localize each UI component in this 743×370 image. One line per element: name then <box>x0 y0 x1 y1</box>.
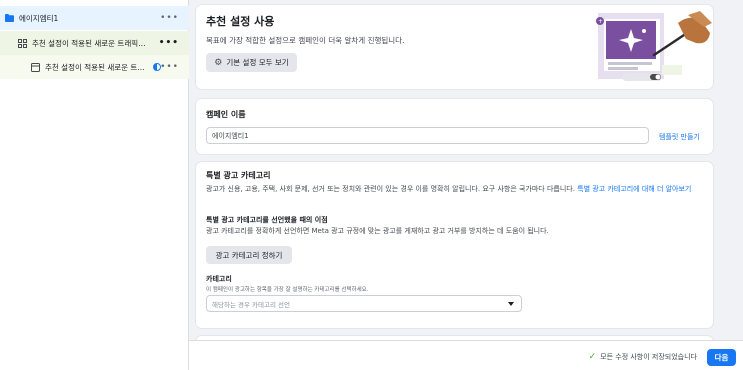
sidebar-item-ad[interactable]: 추천 설정이 적용된 새로운 트... ••• <box>0 55 189 79</box>
footer-bar: ✓ 모든 수정 사항이 저장되었습니다 다음 <box>189 340 743 370</box>
ad-more-icon[interactable]: ••• <box>160 62 179 72</box>
folder-icon <box>5 14 14 22</box>
recommend-illustration: + <box>596 11 712 81</box>
view-basic-settings-button[interactable]: ⚙ 기본 설정 모두 보기 <box>206 53 297 72</box>
svg-text:+: + <box>598 18 603 25</box>
sidebar-item-campaign[interactable]: 에이지엠티1 ••• <box>0 6 189 30</box>
view-basic-settings-label: 기본 설정 모두 보기 <box>226 58 289 67</box>
recommend-subtitle: 목표에 가장 적합한 설정으로 캠페인이 더욱 알차게 진행됩니다. <box>206 36 405 45</box>
save-status: ✓ 모든 수정 사항이 저장되었습니다 <box>589 352 697 362</box>
benefit-title: 특별 광고 카테고리를 선언했을 때의 이점 <box>206 216 328 224</box>
benefit-text: 광고 카테고리를 정확하게 선언하면 Meta 광고 규정에 맞는 광고를 게재… <box>206 227 549 235</box>
campaign-name-title: 캠페인 이름 <box>206 110 246 119</box>
campaign-label: 에이지엠티1 <box>19 13 59 23</box>
sidebar-item-adset[interactable]: 추천 설정이 적용된 새로운 트래픽 ... ••• <box>0 31 189 55</box>
ad-label: 추천 설정이 적용된 새로운 트... <box>45 62 145 72</box>
adset-label: 추천 설정이 적용된 새로운 트래픽 ... <box>32 38 147 48</box>
category-label: 카테고리 <box>206 275 232 283</box>
gear-icon: ⚙ <box>214 57 223 68</box>
checkmark-icon: ✓ <box>588 352 597 362</box>
special-category-description-text: 광고가 신용, 고용, 주택, 사회 문제, 선거 또는 정치와 관련이 있는 … <box>206 185 575 193</box>
recommend-settings-card: 추천 설정 사용 목표에 가장 적합한 설정으로 캠페인이 더욱 알차게 진행됩… <box>196 5 713 89</box>
declare-category-button[interactable]: 광고 카테고리 정하기 <box>206 246 292 264</box>
recommend-title: 추천 설정 사용 <box>206 15 275 28</box>
grid-icon <box>18 38 27 48</box>
learn-more-link[interactable]: 특별 광고 카테고리에 대해 더 알아보기 <box>577 185 691 193</box>
special-category-title: 특별 광고 카테고리 <box>206 171 271 180</box>
campaign-structure-sidebar: 에이지엠티1 ••• 추천 설정이 적용된 새로운 트래픽 ... ••• 추천… <box>0 0 189 370</box>
create-template-link[interactable]: 템플릿 만들기 <box>659 132 700 142</box>
category-select[interactable]: 해당하는 경우 카테고리 선언 <box>206 295 522 312</box>
special-ad-category-card: 특별 광고 카테고리 광고가 신용, 고용, 주택, 사회 문제, 선거 또는 … <box>196 162 713 328</box>
next-button[interactable]: 다음 <box>707 349 736 366</box>
adset-more-icon[interactable]: ••• <box>159 38 179 48</box>
category-help-text: 이 캠페인이 광고하는 항목을 가장 잘 설명하는 카테고리를 선택하세요. <box>206 287 369 293</box>
ad-page-icon <box>31 62 40 72</box>
caret-down-icon <box>508 302 514 306</box>
campaign-name-card: 캠페인 이름 에이지엠티1 템플릿 만들기 <box>196 99 713 154</box>
campaign-more-icon[interactable]: ••• <box>160 13 179 23</box>
campaign-name-input[interactable]: 에이지엠티1 <box>206 127 649 144</box>
special-category-description: 광고가 신용, 고용, 주택, 사회 문제, 선거 또는 정치와 관련이 있는 … <box>206 184 706 194</box>
category-select-placeholder: 해당하는 경우 카테고리 선언 <box>212 300 290 309</box>
save-status-text: 모든 수정 사항이 저장되었습니다 <box>600 353 697 361</box>
